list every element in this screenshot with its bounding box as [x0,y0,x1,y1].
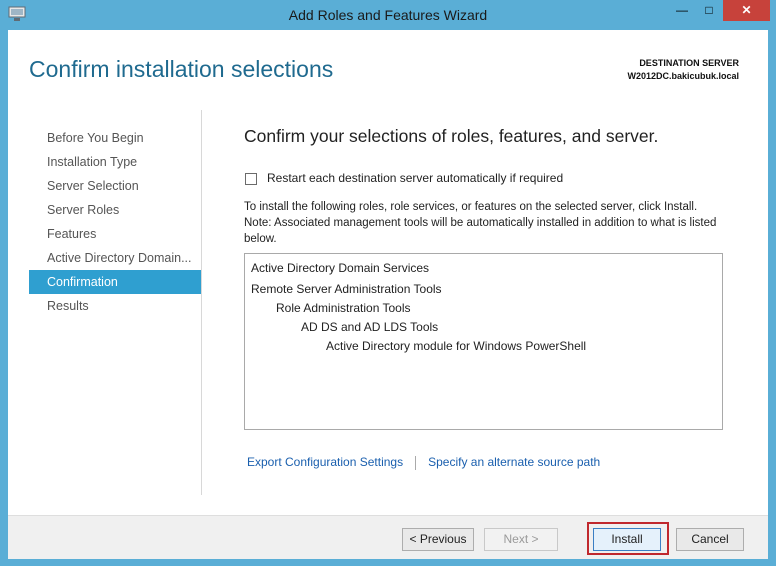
wizard-nav: Before You Begin Installation Type Serve… [29,126,201,318]
restart-option[interactable]: Restart each destination server automati… [245,171,563,185]
destination-server-name: W2012DC.bakicubuk.local [627,71,739,81]
alternate-source-link[interactable]: Specify an alternate source path [428,455,600,469]
page-title: Confirm installation selections [29,56,334,82]
previous-button[interactable]: < Previous [402,528,474,551]
list-item: Role Administration Tools [276,301,411,315]
nav-item-server-roles[interactable]: Server Roles [29,198,201,222]
list-item: Remote Server Administration Tools [251,282,442,296]
links-row: Export Configuration Settings Specify an … [247,455,600,470]
destination-server-info: DESTINATION SERVER W2012DC.bakicubuk.loc… [627,57,739,83]
wizard-window: Add Roles and Features Wizard — □ ✕ Conf… [0,0,776,566]
install-note-line: Note: Associated management tools will b… [244,217,717,245]
cancel-button[interactable]: Cancel [676,528,744,551]
restart-checkbox[interactable] [245,172,257,185]
list-item: Active Directory Domain Services [251,261,430,275]
close-button[interactable]: ✕ [723,0,770,21]
wizard-body: Confirm installation selections DESTINAT… [8,30,768,559]
export-configuration-link[interactable]: Export Configuration Settings [247,455,403,469]
window-title: Add Roles and Features Wizard [288,7,488,23]
link-divider [415,455,417,470]
nav-divider [201,110,202,495]
list-item: Active Directory module for Windows Powe… [326,339,587,353]
next-button[interactable]: Next > [484,528,558,551]
install-button[interactable]: Install [593,528,661,551]
install-info-text: To install the following roles, role ser… [244,199,724,247]
minimize-button[interactable]: — [669,0,695,21]
install-info-line: To install the following roles, role ser… [244,201,698,213]
nav-item-before-you-begin[interactable]: Before You Begin [29,126,201,150]
selections-list[interactable]: Active Directory Domain Services Remote … [244,253,723,430]
nav-item-results[interactable]: Results [29,294,201,318]
restart-checkbox-label: Restart each destination server automati… [267,171,564,185]
nav-item-ad-ds[interactable]: Active Directory Domain... [29,246,201,270]
nav-item-installation-type[interactable]: Installation Type [29,150,201,174]
section-heading: Confirm your selections of roles, featur… [244,126,659,146]
button-bar: < Previous Next > Install Cancel [8,515,768,559]
nav-item-confirmation[interactable]: Confirmation [29,270,201,294]
nav-item-features[interactable]: Features [29,222,201,246]
nav-item-server-selection[interactable]: Server Selection [29,174,201,198]
list-item: AD DS and AD LDS Tools [301,320,439,334]
maximize-button[interactable]: □ [696,0,722,21]
title-bar[interactable]: Add Roles and Features Wizard — □ ✕ [0,0,776,30]
destination-server-label: DESTINATION SERVER [639,58,739,68]
